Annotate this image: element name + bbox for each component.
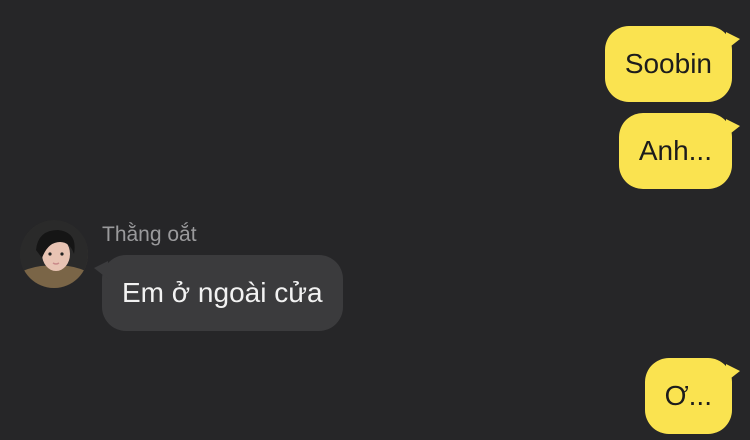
chat-thread: Soobin Anh... Thằng oắt Em ở ngoài cửa Ơ… [0, 0, 750, 440]
sender-name: Thằng oắt [102, 223, 197, 246]
message-text: Soobin [624, 48, 712, 79]
sender-avatar[interactable] [20, 220, 88, 288]
message-text: Anh... [638, 135, 712, 166]
message-text: Ơ... [664, 380, 712, 411]
outgoing-message-bubble[interactable]: Anh... [618, 113, 741, 189]
avatar-icon [20, 220, 88, 288]
message-text: Em ở ngoài cửa [122, 277, 323, 308]
outgoing-message-bubble[interactable]: Soobin [604, 26, 741, 102]
outgoing-message-bubble[interactable]: Ơ... [644, 358, 741, 434]
incoming-message-bubble[interactable]: Em ở ngoài cửa [94, 255, 343, 331]
